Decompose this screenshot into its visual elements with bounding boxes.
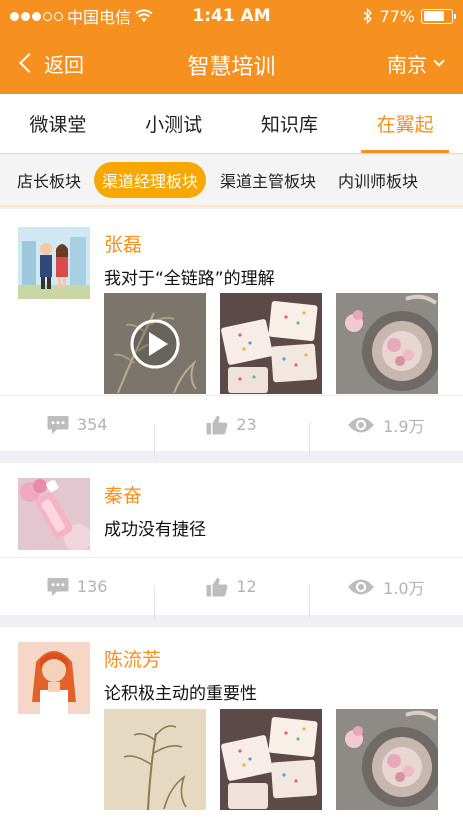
subtab-channel-supervisor[interactable]: 渠道主管板块 [212, 162, 324, 198]
post-stats: 136 12 1.0万 [0, 557, 463, 620]
post-image[interactable] [220, 293, 322, 394]
comment-count-value: 136 [76, 577, 108, 596]
subtab-trainer[interactable]: 内训师板块 [330, 162, 426, 198]
city-selector[interactable]: 南京 [387, 32, 445, 94]
like-count[interactable]: 12 [154, 577, 308, 620]
eye-icon [348, 417, 375, 432]
back-button[interactable]: 返回 [18, 32, 84, 94]
nav-bar: 返回 智慧培训 南京 [0, 32, 463, 94]
subtab-channel-manager[interactable]: 渠道经理板块 [94, 162, 207, 198]
subtab-store-manager[interactable]: 店长板块 [9, 162, 89, 198]
tab-micro-class[interactable]: 微课堂 [0, 94, 116, 153]
like-count[interactable]: 23 [154, 415, 308, 458]
main-tabs: 微课堂 小测试 知识库 在翼起 [0, 94, 463, 154]
comment-count-value: 354 [76, 415, 108, 434]
divider [0, 615, 463, 627]
post-image[interactable] [336, 293, 438, 394]
video-thumbnail[interactable] [104, 293, 206, 394]
eye-icon [348, 579, 375, 594]
bluetooth-icon [363, 8, 373, 24]
sub-tabs: 店长板块 渠道经理板块 渠道主管板块 内训师板块 [0, 155, 463, 207]
status-left: 中国电信 [10, 4, 363, 28]
post-feed: 张磊 我对于“全链路”的理解 354 23 1.9万 秦奋 成功没有捷径 136… [0, 209, 463, 821]
avatar[interactable] [18, 642, 90, 714]
city-label: 南京 [387, 52, 427, 77]
post-author[interactable]: 秦奋 [104, 481, 142, 508]
post-author[interactable]: 陈流芳 [104, 645, 161, 672]
battery-icon [421, 8, 456, 24]
signal-icon [10, 11, 63, 21]
post-card[interactable]: 张磊 我对于“全链路”的理解 354 23 1.9万 [0, 209, 463, 458]
post-title[interactable]: 成功没有捷径 [104, 515, 206, 540]
view-count[interactable]: 1.9万 [308, 413, 463, 456]
wifi-icon [135, 9, 153, 22]
view-count-value: 1.0万 [383, 578, 425, 598]
post-images [104, 293, 438, 394]
post-card[interactable]: 秦奋 成功没有捷径 136 12 1.0万 [0, 463, 463, 620]
tab-knowledge-base[interactable]: 知识库 [232, 94, 348, 153]
tab-quiz[interactable]: 小测试 [116, 94, 232, 153]
chevron-left-icon [19, 53, 39, 73]
post-stats: 354 23 1.9万 [0, 395, 463, 458]
post-title[interactable]: 我对于“全链路”的理解 [104, 264, 275, 289]
view-count[interactable]: 1.0万 [308, 575, 463, 618]
post-title[interactable]: 论积极主动的重要性 [104, 679, 257, 704]
post-author[interactable]: 张磊 [104, 230, 142, 257]
status-right: 77% [363, 6, 456, 26]
post-images [104, 709, 438, 810]
post-card[interactable]: 陈流芳 论积极主动的重要性 [0, 627, 463, 821]
comment-count[interactable]: 136 [0, 577, 154, 597]
post-image[interactable] [220, 709, 322, 810]
post-image[interactable] [104, 709, 206, 810]
thumbs-up-icon [206, 577, 228, 596]
avatar[interactable] [18, 478, 90, 550]
comment-icon [47, 577, 69, 596]
carrier: 中国电信 [67, 8, 132, 27]
like-count-value: 12 [236, 577, 257, 596]
chevron-down-icon [433, 55, 445, 67]
avatar[interactable] [18, 227, 90, 299]
battery-percent: 77% [379, 6, 415, 26]
back-label: 返回 [44, 52, 84, 77]
like-count-value: 23 [236, 415, 257, 434]
thumbs-up-icon [206, 415, 228, 434]
status-bar: 中国电信 1:41 AM 77% [0, 0, 463, 32]
view-count-value: 1.9万 [383, 416, 425, 436]
comment-icon [47, 415, 69, 434]
comment-count[interactable]: 354 [0, 415, 154, 435]
post-image[interactable] [336, 709, 438, 810]
tab-zaiyiqi[interactable]: 在翼起 [347, 94, 463, 153]
